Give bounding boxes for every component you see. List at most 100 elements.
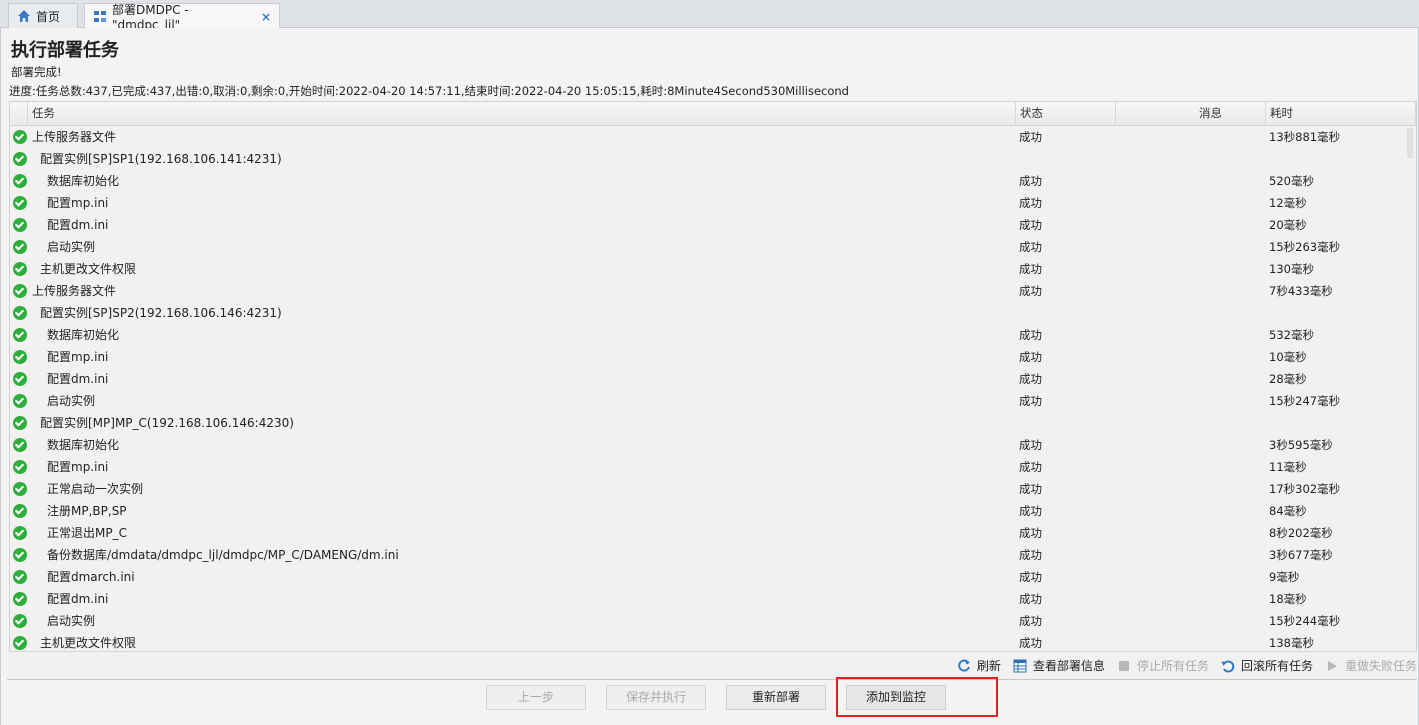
task-name: 配置mp.ini bbox=[47, 460, 109, 474]
prev-step-button[interactable]: 上一步 bbox=[486, 685, 586, 710]
stop-all-button[interactable]: 停止所有任务 bbox=[1117, 657, 1209, 674]
tab-home[interactable]: 首页 bbox=[8, 3, 78, 28]
task-name: 上传服务器文件 bbox=[32, 284, 117, 298]
task-duration: 20毫秒 bbox=[1269, 218, 1307, 232]
task-duration: 520毫秒 bbox=[1269, 174, 1314, 188]
table-row[interactable]: 正常启动一次实例 成功 17秒302毫秒 bbox=[10, 478, 1404, 500]
task-duration: 13秒881毫秒 bbox=[1269, 130, 1341, 144]
success-check-icon bbox=[13, 614, 27, 628]
success-check-icon bbox=[13, 262, 27, 276]
rollback-all-button[interactable]: 回滚所有任务 bbox=[1221, 657, 1313, 674]
table-row[interactable]: 配置mp.ini 成功 11毫秒 bbox=[10, 456, 1404, 478]
scrollbar-thumb[interactable] bbox=[1407, 128, 1413, 158]
header-task[interactable]: 任务 bbox=[28, 102, 1016, 125]
rollback-icon bbox=[1221, 659, 1235, 673]
task-name: 主机更改文件权限 bbox=[40, 262, 137, 276]
tab-deploy[interactable]: 部署DMDPC - "dmdpc_ljl" × bbox=[84, 3, 280, 32]
table-row[interactable]: 主机更改文件权限 成功 130毫秒 bbox=[10, 258, 1404, 280]
task-name: 备份数据库/dmdata/dmdpc_ljl/dmdpc/MP_C/DAMENG… bbox=[47, 548, 399, 562]
task-name: 配置实例[MP]MP_C(192.168.106.146:4230) bbox=[40, 416, 294, 430]
table-row[interactable]: 数据库初始化 成功 532毫秒 bbox=[10, 324, 1404, 346]
deploy-status: 部署完成! bbox=[11, 65, 62, 79]
table-row[interactable]: 配置mp.ini 成功 12毫秒 bbox=[10, 192, 1404, 214]
vertical-scrollbar[interactable] bbox=[1404, 126, 1416, 678]
tab-bar: 首页 部署DMDPC - "dmdpc_ljl" × bbox=[0, 0, 1419, 32]
table-row[interactable]: 配置mp.ini 成功 10毫秒 bbox=[10, 346, 1404, 368]
success-check-icon bbox=[13, 504, 27, 518]
task-duration: 532毫秒 bbox=[1269, 328, 1314, 342]
redo-failed-button[interactable]: 重做失败任务 bbox=[1325, 657, 1417, 674]
header-status[interactable]: 状态 bbox=[1016, 102, 1116, 125]
task-name: 启动实例 bbox=[47, 394, 96, 408]
success-check-icon bbox=[13, 460, 27, 474]
task-status: 成功 bbox=[1019, 548, 1042, 562]
header-time[interactable]: 耗时 bbox=[1266, 102, 1416, 125]
task-name: 配置dm.ini bbox=[47, 372, 109, 386]
deploy-page: 执行部署任务 部署完成! 进度:任务总数:437,已完成:437,出错:0,取消… bbox=[0, 28, 1419, 725]
success-check-icon bbox=[13, 306, 27, 320]
task-name: 配置mp.ini bbox=[47, 350, 109, 364]
task-duration: 18毫秒 bbox=[1269, 592, 1307, 606]
table-row[interactable]: 配置实例[SP]SP1(192.168.106.141:4231) bbox=[10, 148, 1404, 170]
task-duration: 15秒247毫秒 bbox=[1269, 394, 1341, 408]
view-deploy-info-button[interactable]: 查看部署信息 bbox=[1013, 657, 1105, 674]
task-name: 数据库初始化 bbox=[47, 438, 120, 452]
success-check-icon bbox=[13, 130, 27, 144]
table-row[interactable]: 数据库初始化 成功 3秒595毫秒 bbox=[10, 434, 1404, 456]
table-row[interactable]: 配置实例[SP]SP2(192.168.106.146:4231) bbox=[10, 302, 1404, 324]
table-row[interactable]: 配置dm.ini 成功 28毫秒 bbox=[10, 368, 1404, 390]
task-name: 配置dm.ini bbox=[47, 592, 109, 606]
success-check-icon bbox=[13, 636, 27, 650]
table-row[interactable]: 启动实例 成功 15秒244毫秒 bbox=[10, 610, 1404, 632]
task-name: 数据库初始化 bbox=[47, 328, 120, 342]
table-row[interactable]: 启动实例 成功 15秒263毫秒 bbox=[10, 236, 1404, 258]
task-duration: 28毫秒 bbox=[1269, 372, 1307, 386]
task-status: 成功 bbox=[1019, 460, 1042, 474]
header-message[interactable]: 消息 bbox=[1116, 102, 1266, 125]
task-duration: 12毫秒 bbox=[1269, 196, 1307, 210]
table-row[interactable]: 注册MP,BP,SP 成功 84毫秒 bbox=[10, 500, 1404, 522]
task-duration: 15秒263毫秒 bbox=[1269, 240, 1341, 254]
redeploy-button[interactable]: 重新部署 bbox=[726, 685, 826, 710]
task-status: 成功 bbox=[1019, 482, 1042, 496]
table-row[interactable]: 数据库初始化 成功 520毫秒 bbox=[10, 170, 1404, 192]
task-duration: 130毫秒 bbox=[1269, 262, 1314, 276]
save-execute-button[interactable]: 保存并执行 bbox=[606, 685, 706, 710]
task-name: 配置dm.ini bbox=[47, 218, 109, 232]
task-duration: 10毫秒 bbox=[1269, 350, 1307, 364]
home-icon bbox=[17, 9, 31, 23]
table-row[interactable]: 上传服务器文件 成功 13秒881毫秒 bbox=[10, 126, 1404, 148]
task-name: 上传服务器文件 bbox=[32, 130, 117, 144]
table-row[interactable]: 配置dm.ini 成功 18毫秒 bbox=[10, 588, 1404, 610]
divider bbox=[7, 679, 1417, 680]
task-status: 成功 bbox=[1019, 174, 1042, 188]
table-row[interactable]: 配置dmarch.ini 成功 9毫秒 bbox=[10, 566, 1404, 588]
success-check-icon bbox=[13, 548, 27, 562]
success-check-icon bbox=[13, 372, 27, 386]
task-name: 正常启动一次实例 bbox=[47, 482, 144, 496]
table-row[interactable]: 上传服务器文件 成功 7秒433毫秒 bbox=[10, 280, 1404, 302]
grid-toolbar: 刷新 查看部署信息 停止所有任务 回滚所有任务 重做失败任务 bbox=[9, 651, 1417, 679]
task-status: 成功 bbox=[1019, 570, 1042, 584]
task-status: 成功 bbox=[1019, 504, 1042, 518]
task-status: 成功 bbox=[1019, 614, 1042, 628]
deploy-icon bbox=[93, 10, 107, 24]
success-check-icon bbox=[13, 152, 27, 166]
task-status: 成功 bbox=[1019, 284, 1042, 298]
table-row[interactable]: 配置dm.ini 成功 20毫秒 bbox=[10, 214, 1404, 236]
success-check-icon bbox=[13, 482, 27, 496]
redo-failed-label: 重做失败任务 bbox=[1344, 659, 1417, 673]
success-check-icon bbox=[13, 240, 27, 254]
table-row[interactable]: 正常退出MP_C 成功 8秒202毫秒 bbox=[10, 522, 1404, 544]
refresh-button[interactable]: 刷新 bbox=[957, 657, 1001, 674]
table-row[interactable]: 启动实例 成功 15秒247毫秒 bbox=[10, 390, 1404, 412]
tab-home-label: 首页 bbox=[36, 9, 61, 24]
refresh-icon bbox=[957, 659, 971, 673]
table-row[interactable]: 备份数据库/dmdata/dmdpc_ljl/dmdpc/MP_C/DAMENG… bbox=[10, 544, 1404, 566]
task-duration: 17秒302毫秒 bbox=[1269, 482, 1341, 496]
table-row[interactable]: 配置实例[MP]MP_C(192.168.106.146:4230) bbox=[10, 412, 1404, 434]
success-check-icon bbox=[13, 174, 27, 188]
close-icon[interactable]: × bbox=[261, 10, 271, 24]
success-check-icon bbox=[13, 394, 27, 408]
task-name: 配置mp.ini bbox=[47, 196, 109, 210]
